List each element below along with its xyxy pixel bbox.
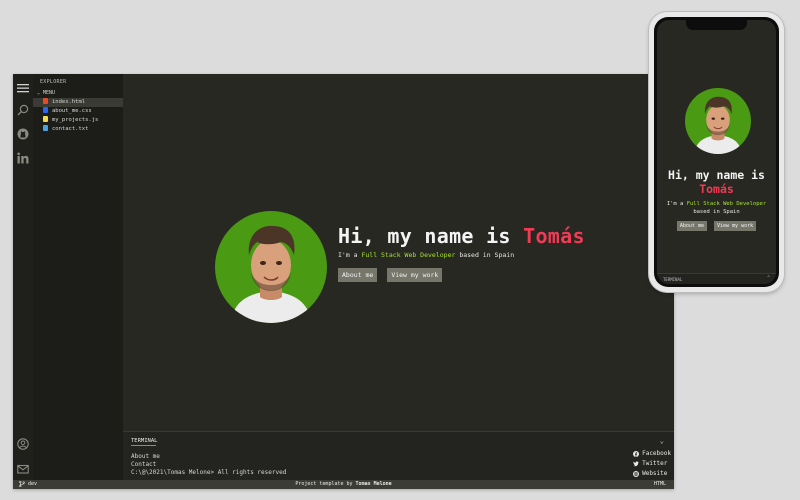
twitter-icon	[633, 461, 639, 467]
hero-role: Full Stack Web Developer	[361, 251, 456, 259]
js-file-icon	[43, 116, 48, 122]
mobile-hero-subtitle: I'm a Full Stack Web Developer based in …	[657, 200, 776, 216]
status-credit: Project template by Tomas Melone	[13, 481, 674, 487]
mobile-about-me-button[interactable]: About me	[676, 221, 707, 231]
mobile-view-my-work-button[interactable]: View my work	[713, 221, 757, 231]
credit-author[interactable]: Tomas Melone	[356, 481, 392, 487]
hero-subtitle: I'm a Full Stack Web Developer based in …	[338, 251, 585, 259]
facebook-icon	[633, 451, 640, 457]
menu-icon[interactable]	[17, 82, 29, 94]
language-mode[interactable]: HTML	[654, 481, 666, 487]
search-icon[interactable]	[17, 104, 29, 116]
about-me-button[interactable]: About me	[338, 268, 378, 282]
mobile-location: based in Spain	[693, 209, 740, 215]
terminal-output: About me Contact C:\@\2021\Tomas Melone>…	[131, 453, 286, 477]
mobile-intro: I'm a	[666, 201, 687, 207]
file-label: about_me.css	[52, 108, 92, 114]
file-label: contact.txt	[52, 126, 89, 132]
hero-name: Tomás	[523, 224, 585, 248]
social-label: Facebook	[642, 450, 671, 457]
avatar	[215, 211, 327, 323]
view-my-work-button[interactable]: View my work	[387, 268, 443, 282]
social-website[interactable]: Website	[633, 469, 671, 479]
social-label: Website	[642, 470, 668, 477]
mobile-avatar	[685, 88, 751, 154]
file-label: index.html	[52, 99, 86, 105]
linkedin-icon[interactable]	[17, 152, 29, 164]
status-bar: dev Project template by Tomas Melone HTM…	[13, 480, 674, 489]
hero-heading: Hi, my name is Tomás	[338, 224, 585, 248]
terminal-link-about[interactable]: About me	[131, 453, 286, 461]
user-icon[interactable]	[17, 438, 29, 450]
hero-location: based in Spain	[455, 251, 515, 259]
html-file-icon	[43, 98, 48, 104]
hero-buttons: About me View my work	[338, 268, 585, 282]
file-item-index-html[interactable]: index.html	[33, 98, 123, 107]
chevron-up-icon[interactable]: ⌃	[767, 275, 770, 281]
phone-mockup: Hi, my name is Tomás I'm a Full Stack We…	[649, 12, 784, 292]
social-links: Facebook Twitter Website	[633, 449, 671, 479]
github-icon[interactable]	[17, 128, 29, 140]
mail-icon[interactable]	[17, 463, 29, 475]
hero-text: Hi, my name is Tomás I'm a Full Stack We…	[338, 224, 585, 282]
mobile-hero-heading: Hi, my name is Tomás	[657, 168, 776, 196]
explorer-sidebar: EXPLORER ⌄ MENU index.html about_me.css m…	[33, 74, 123, 480]
social-label: Twitter	[642, 460, 668, 467]
social-twitter[interactable]: Twitter	[633, 459, 671, 469]
social-facebook[interactable]: Facebook	[633, 449, 671, 459]
terminal-link-contact[interactable]: Contact	[131, 461, 286, 469]
phone-screen: Hi, my name is Tomás I'm a Full Stack We…	[657, 20, 776, 284]
explorer-section-label: MENU	[43, 90, 56, 96]
mobile-terminal-title: TERMINAL	[663, 277, 683, 282]
mobile-role: Full Stack Web Developer	[686, 201, 767, 207]
activity-bar	[13, 74, 33, 480]
file-label: my_projects.js	[52, 117, 99, 123]
terminal-panel: TERMINAL ⌄ About me Contact C:\@\2021\To…	[123, 431, 674, 481]
hero-intro: I'm a	[338, 251, 362, 259]
desktop-window: EXPLORER ⌄ MENU index.html about_me.css m…	[13, 74, 674, 489]
file-item-my-projects-js[interactable]: my_projects.js	[33, 116, 123, 125]
file-item-about-me-css[interactable]: about_me.css	[33, 107, 123, 116]
globe-icon	[633, 471, 640, 477]
mobile-name: Tomás	[699, 182, 734, 196]
hero-greeting: Hi, my name is	[338, 224, 524, 248]
explorer-section-menu[interactable]: ⌄ MENU	[37, 90, 55, 96]
css-file-icon	[43, 107, 48, 113]
terminal-title: TERMINAL	[131, 438, 158, 444]
phone-notch	[686, 20, 747, 30]
mobile-hero-buttons: About me View my work	[657, 221, 776, 231]
mobile-terminal-bar[interactable]: TERMINAL ⌃	[657, 273, 776, 284]
editor-area: Hi, my name is Tomás I'm a Full Stack We…	[123, 74, 674, 431]
chevron-down-icon[interactable]: ⌄	[660, 437, 664, 445]
mobile-greeting: Hi, my name is	[668, 168, 765, 182]
terminal-prompt-line: C:\@\2021\Tomas Melone> All rights reser…	[131, 469, 287, 476]
file-list: index.html about_me.css my_projects.js c…	[33, 98, 123, 134]
explorer-title: EXPLORER	[40, 79, 67, 85]
terminal-tab-underline	[131, 445, 156, 446]
phone-bezel: Hi, my name is Tomás I'm a Full Stack We…	[654, 17, 779, 287]
txt-file-icon	[43, 125, 48, 131]
credit-prefix: Project template by	[295, 481, 356, 487]
file-item-contact-txt[interactable]: contact.txt	[33, 125, 123, 134]
